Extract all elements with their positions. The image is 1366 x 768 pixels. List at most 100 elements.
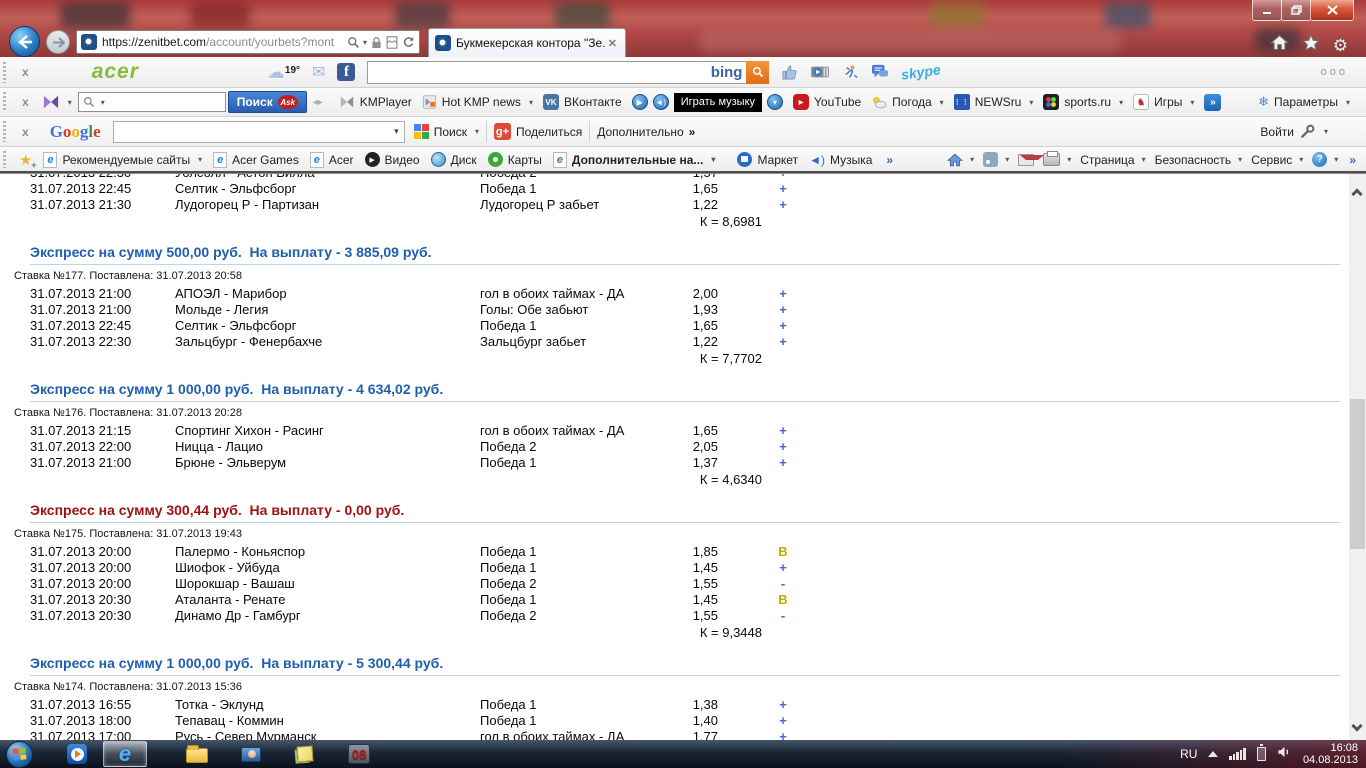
sound-icon[interactable]: ◄)	[653, 94, 669, 110]
read-mail-icon[interactable]	[1018, 154, 1034, 166]
clock[interactable]: 16:08 04.08.2013	[1303, 742, 1358, 767]
chat-icon[interactable]	[871, 64, 889, 80]
home-menu[interactable]: ▾	[947, 153, 974, 167]
refresh-icon[interactable]	[402, 36, 415, 49]
taskbar-ie-button[interactable]: e	[103, 741, 147, 767]
games-menu[interactable]: ♞ Игры ▾	[1133, 94, 1194, 110]
favorites-overflow-chevron[interactable]: »	[886, 153, 893, 167]
battery-icon[interactable]	[1257, 747, 1266, 761]
favorite-music[interactable]: ◄) Музыка	[809, 153, 872, 167]
play-music-button[interactable]: Играть музыку	[674, 93, 762, 112]
taskbar-explorer-button[interactable]	[175, 741, 219, 767]
favorite-market[interactable]: Маркет	[737, 152, 798, 167]
hot-kmp-news-link[interactable]: Hot KMP news ▾	[422, 95, 533, 109]
search-dropdown-caret[interactable]: ▾	[363, 38, 367, 47]
minimize-button[interactable]	[1252, 0, 1282, 21]
toolbar-overflow-dots[interactable]: ooo	[1321, 66, 1348, 78]
favorite-disk[interactable]: Диск	[431, 152, 477, 167]
music-play-controls[interactable]: ▶ ◄) Играть музыку ▾	[632, 93, 783, 112]
settings-gear-icon[interactable]: ⚙	[1333, 37, 1348, 54]
facebook-icon[interactable]: f	[337, 63, 355, 81]
scroll-down-icon[interactable]	[1351, 720, 1362, 731]
favorite-acer-games[interactable]: e Acer Games	[213, 152, 299, 168]
skype-icon[interactable]: skype	[901, 61, 943, 82]
music-dropdown-icon[interactable]: ▾	[767, 94, 783, 110]
like-icon[interactable]	[781, 64, 798, 81]
ask-toolbar-close-icon[interactable]: x	[22, 95, 29, 109]
bing-search-button[interactable]	[746, 61, 769, 84]
compatibility-view-icon[interactable]	[386, 36, 398, 49]
network-signal-icon[interactable]	[1229, 748, 1246, 760]
youtube-link[interactable]: ▶ YouTube	[793, 94, 861, 110]
rss-menu[interactable]: ▾	[983, 152, 1009, 167]
close-button[interactable]	[1310, 0, 1354, 21]
restore-button[interactable]	[1281, 0, 1311, 21]
favorite-acer[interactable]: e Acer	[310, 152, 354, 168]
toolbar-grip[interactable]	[3, 151, 6, 169]
chevron-down-icon[interactable]: ▾	[1324, 127, 1328, 136]
forward-button[interactable]	[46, 30, 70, 54]
google-search-input[interactable]	[114, 122, 394, 142]
mail-icon[interactable]: ✉	[312, 62, 325, 82]
google-signin[interactable]: Войти ▾	[1260, 124, 1328, 139]
add-favorite-icon[interactable]: ★	[19, 151, 32, 169]
url-text[interactable]: https://zenitbet.com/account/yourbets?mo…	[102, 35, 343, 49]
print-menu[interactable]: ▾	[1043, 153, 1071, 166]
start-button[interactable]	[6, 741, 33, 768]
toolbar-more-chevron[interactable]: »	[1204, 94, 1221, 111]
google-more-menu[interactable]: Дополнительно »	[597, 125, 695, 139]
hidden-icons-arrow[interactable]	[1208, 751, 1218, 757]
recommended-sites-menu[interactable]: e Рекомендуемые сайты ▾	[43, 152, 202, 168]
video-reel-icon[interactable]	[810, 64, 830, 80]
kmplayer-link[interactable]: KMPlayer	[339, 95, 412, 109]
play-icon[interactable]: ▶	[632, 94, 648, 110]
search-history-caret[interactable]: ▾	[394, 126, 399, 137]
tab-close-icon[interactable]: ✕	[606, 37, 619, 50]
language-indicator[interactable]: RU	[1180, 747, 1197, 761]
google-search-button[interactable]: Поиск ▾	[434, 125, 479, 139]
bing-search-input[interactable]	[368, 62, 706, 83]
address-bar[interactable]: https://zenitbet.com/account/yourbets?mo…	[76, 30, 420, 54]
bing-search-box[interactable]: bing	[367, 61, 769, 84]
scroll-up-icon[interactable]	[1351, 188, 1362, 199]
favorite-video[interactable]: ▶ Видео	[365, 152, 420, 167]
google-share-button[interactable]: g+ Поделиться	[494, 123, 582, 140]
service-menu[interactable]: Сервис ▾	[1251, 153, 1303, 167]
kmplayer-menu-icon[interactable]: ▾	[42, 94, 72, 110]
ask-search-box[interactable]: ▾	[78, 92, 226, 112]
google-search-box[interactable]: ▾	[113, 121, 405, 143]
favorites-star-icon[interactable]	[1302, 34, 1320, 56]
toolbar-grip[interactable]	[3, 62, 6, 83]
newsru-menu[interactable]: ⋮⋮ NEWSru ▾	[954, 94, 1034, 110]
taskbar-sticky-notes-button[interactable]	[283, 741, 327, 767]
security-menu[interactable]: Безопасность ▾	[1155, 153, 1243, 167]
help-menu[interactable]: ? ▾	[1312, 152, 1338, 167]
taskbar-wmp-button[interactable]	[55, 741, 99, 767]
drag-handle[interactable]: ◂▸	[313, 97, 323, 108]
music-dance-icon[interactable]	[842, 64, 859, 81]
ask-settings-menu[interactable]: ❄ Параметры ▾	[1258, 94, 1350, 110]
vkontakte-link[interactable]: VK ВКонтакте	[543, 94, 622, 110]
weather-widget[interactable]: ☁ 19°	[267, 65, 300, 79]
toolbar-grip[interactable]	[3, 92, 6, 112]
browser-tab[interactable]: Букмекерская контора "Зе... ✕	[428, 28, 626, 57]
back-button[interactable]	[9, 26, 40, 57]
vertical-scrollbar[interactable]	[1349, 174, 1366, 740]
volume-icon[interactable]	[1277, 745, 1292, 764]
taskbar-remote-assist-button[interactable]	[229, 741, 273, 767]
taskbar-calendar-button[interactable]: 08	[337, 741, 381, 767]
acer-toolbar-close-icon[interactable]: x	[22, 65, 29, 79]
page-menu[interactable]: Страница ▾	[1080, 153, 1145, 167]
weather-menu[interactable]: Погода ▾	[871, 95, 944, 109]
command-overflow-chevron[interactable]: »	[1349, 153, 1356, 167]
additional-menu[interactable]: e Дополнительные на... ▾	[553, 152, 716, 168]
sportsru-menu[interactable]: sports.ru ▾	[1043, 94, 1123, 110]
wrench-icon[interactable]	[1300, 124, 1315, 139]
google-toolbar-close-icon[interactable]: x	[22, 125, 29, 139]
scrollbar-thumb[interactable]	[1350, 399, 1365, 549]
chevron-down-icon[interactable]: ▾	[101, 98, 105, 107]
ask-search-input[interactable]	[108, 95, 221, 109]
ask-search-button[interactable]: Поиск Ask	[228, 91, 307, 113]
search-icon[interactable]	[347, 36, 360, 49]
favorite-maps[interactable]: Карты	[488, 152, 542, 167]
